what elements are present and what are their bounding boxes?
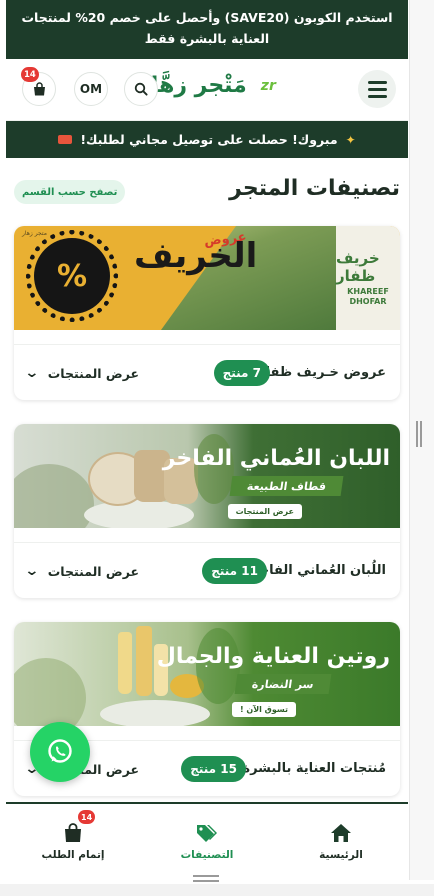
resize-handle[interactable] bbox=[193, 880, 219, 882]
category-name: عروض خـريف ظفار bbox=[258, 365, 386, 380]
category-row: اللُبان العُماني الفاخر 11 منتج ⌄ عرض ال… bbox=[14, 542, 400, 598]
view-products-button[interactable]: ⌄ عرض المنتجات bbox=[24, 563, 140, 579]
section-title: تصنيفات المتجر bbox=[229, 176, 400, 201]
menu-button[interactable] bbox=[358, 70, 396, 108]
product-count-badge: 15 منتج bbox=[181, 756, 246, 782]
checkout-count-badge: 14 bbox=[78, 810, 96, 824]
region-label: OM bbox=[79, 82, 103, 96]
product-count-badge: 11 منتج bbox=[202, 558, 267, 584]
bottom-nav: الرئيسية التصنيفات 14 إتمام الطلب bbox=[6, 802, 408, 880]
menu-icon-line bbox=[367, 87, 387, 91]
promo-bar[interactable]: استخدم الكوبون (SAVE20) وأحصل على خصم 20… bbox=[6, 0, 408, 59]
scrollbar-grip[interactable] bbox=[416, 421, 424, 447]
category-banner[interactable]: % عروض الخريف خريف ظفار KHAREEF DHOFAR م… bbox=[14, 226, 400, 330]
banner-title: روتين العناية والجمال bbox=[156, 644, 390, 669]
nav-checkout-label: إتمام الطلب bbox=[41, 849, 105, 861]
resize-handle[interactable] bbox=[193, 875, 219, 877]
promo-text: استخدم الكوبون (SAVE20) وأحصل على خصم 20… bbox=[21, 10, 393, 46]
cart-icon bbox=[33, 81, 45, 95]
logo: مَتْجر زهَّار zr bbox=[6, 73, 408, 98]
logo-link[interactable]: مَتْجر زهَّار zr bbox=[138, 73, 276, 98]
banner-corner-tag: متجر زهار bbox=[22, 230, 47, 237]
kharif-logo-en: KHAREEF DHOFAR bbox=[347, 287, 389, 306]
product-count-badge: 7 منتج bbox=[213, 360, 270, 386]
category-banner[interactable]: روتين العناية والجمال سر النضارة تسوق ال… bbox=[14, 622, 400, 726]
serum-bottle bbox=[136, 626, 152, 696]
category-name: مُنتجات العناية بالبشرة bbox=[242, 761, 386, 776]
chevron-down-icon: ⌄ bbox=[24, 365, 40, 381]
menu-icon-line bbox=[367, 94, 387, 98]
nav-categories[interactable]: التصنيفات bbox=[140, 804, 274, 880]
scrollbar-grip-line bbox=[416, 421, 418, 447]
pedestal bbox=[84, 500, 194, 528]
app-frame: استخدم الكوبون (SAVE20) وأحصل على خصم 20… bbox=[6, 0, 408, 880]
home-icon bbox=[331, 824, 351, 842]
percent-badge: % bbox=[34, 238, 110, 314]
category-row: عروض خـريف ظفار 7 منتج ⌄ عرض المنتجات bbox=[14, 344, 400, 400]
view-products-label: عرض المنتجات bbox=[47, 365, 140, 381]
delivery-text: مبروك! حصلت على توصيل مجاني لطلبك! bbox=[80, 132, 338, 147]
nav-home-label: الرئيسية bbox=[319, 849, 363, 861]
view-products-label: عرض المنتجات bbox=[47, 563, 140, 579]
banner-subtitle: سر النضارة bbox=[234, 674, 332, 694]
serum-bottle bbox=[118, 632, 132, 694]
pedestal bbox=[100, 700, 210, 726]
browse-by-section-button[interactable]: تصفح حسب القسم bbox=[14, 180, 126, 204]
banner-title: الخريف bbox=[134, 236, 258, 276]
cart-count-badge: 14 bbox=[21, 67, 39, 82]
category-card[interactable]: اللبان العُماني الفاخر قطاف الطبيعة عرض … bbox=[14, 424, 400, 598]
view-products-button[interactable]: ⌄ عرض المنتجات bbox=[24, 365, 140, 381]
search-icon bbox=[134, 82, 148, 96]
system-bar bbox=[0, 884, 434, 896]
nav-checkout[interactable]: 14 إتمام الطلب bbox=[6, 804, 140, 880]
scrollbar-grip-line bbox=[420, 421, 422, 447]
banner-cta[interactable]: تسوق الآن ! bbox=[231, 702, 296, 717]
tags-icon bbox=[197, 825, 217, 842]
plant-decoration bbox=[14, 464, 94, 528]
category-card[interactable]: % عروض الخريف خريف ظفار KHAREEF DHOFAR م… bbox=[14, 226, 400, 400]
category-name: اللُبان العُماني الفاخر bbox=[251, 563, 386, 578]
kharif-logo-ar: خريف ظفار bbox=[336, 249, 380, 285]
chevron-down-icon: ⌄ bbox=[24, 563, 40, 579]
logo-mark: zr bbox=[260, 77, 276, 94]
search-button[interactable] bbox=[124, 72, 158, 106]
nav-home[interactable]: الرئيسية bbox=[274, 804, 408, 880]
banner-title: اللبان العُماني الفاخر bbox=[162, 446, 390, 471]
party-icon: ✦ bbox=[345, 132, 356, 147]
nav-categories-label: التصنيفات bbox=[180, 849, 234, 861]
plant-decoration bbox=[14, 658, 86, 726]
region-button[interactable]: OM bbox=[74, 72, 108, 106]
whatsapp-button[interactable] bbox=[30, 722, 90, 782]
banner-subtitle: قطاف الطبيعة bbox=[229, 476, 344, 496]
kharif-logo: خريف ظفار KHAREEF DHOFAR bbox=[336, 226, 400, 330]
cart-button[interactable]: 14 bbox=[21, 67, 56, 106]
free-delivery-banner: ✦ مبروك! حصلت على توصيل مجاني لطلبك! bbox=[6, 121, 408, 158]
bag-icon bbox=[65, 823, 81, 842]
category-banner[interactable]: اللبان العُماني الفاخر قطاف الطبيعة عرض … bbox=[14, 424, 400, 528]
truck-icon bbox=[58, 135, 73, 144]
banner-cta[interactable]: عرض المنتجات bbox=[227, 504, 302, 519]
whatsapp-icon bbox=[48, 739, 72, 763]
menu-icon bbox=[367, 80, 387, 84]
site-header: مَتْجر زهَّار zr OM 14 bbox=[6, 59, 408, 121]
